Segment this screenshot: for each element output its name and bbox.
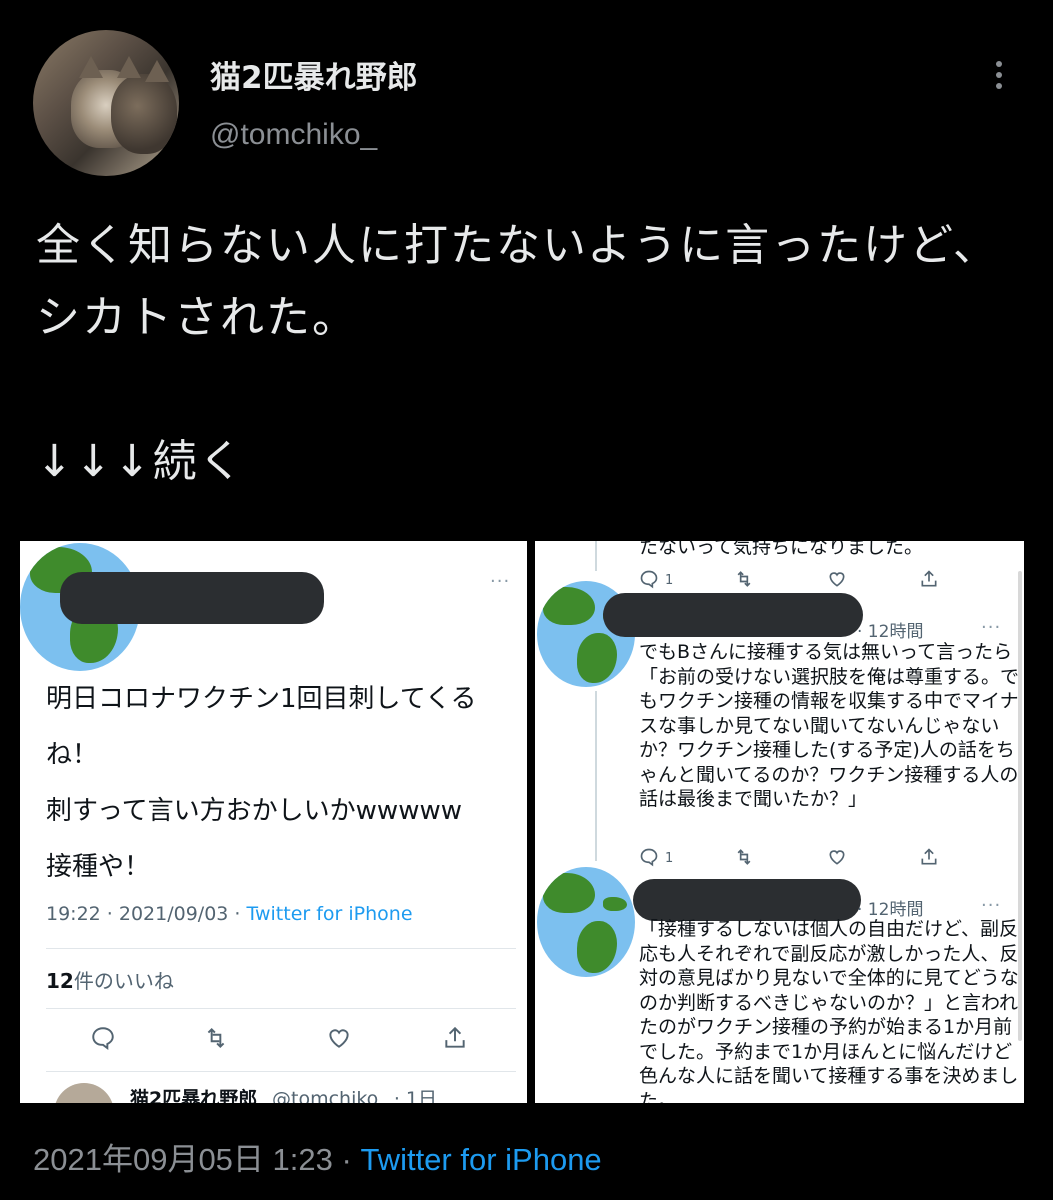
share-icon[interactable]	[919, 847, 939, 873]
share-icon[interactable]	[919, 569, 939, 595]
divider	[46, 1071, 516, 1072]
like-icon[interactable]	[326, 1025, 352, 1055]
tweet-text: 全く知らない人に打たないように言ったけど、シカトされた。 ↓↓↓続く	[36, 220, 999, 487]
reply-display-name[interactable]: 猫2匹暴れ野郎	[130, 1084, 257, 1103]
globe-avatar[interactable]	[537, 867, 635, 977]
redacted-name	[603, 593, 863, 637]
post-time: · 12時間	[857, 622, 924, 642]
more-icon[interactable]: ···	[981, 617, 1001, 638]
retweet-icon[interactable]	[202, 1025, 230, 1055]
reply-count: 1	[665, 851, 674, 866]
user-handle[interactable]: @tomchiko_	[210, 118, 377, 152]
reply-icon[interactable]	[639, 569, 659, 595]
more-icon[interactable]	[988, 56, 1010, 96]
more-icon[interactable]: ···	[490, 571, 510, 592]
embedded-tweet-text: 明日コロナワクチン1回目刺してくるね！ 刺すって言い方おかしいかwwwww 接種…	[46, 684, 477, 882]
attached-image-left[interactable]: ··· 明日コロナワクチン1回目刺してくるね！ 刺すって言い方おかしいかwwww…	[20, 541, 527, 1103]
cat-ear	[117, 56, 141, 78]
source-link[interactable]: Twitter for iPhone	[360, 1142, 601, 1177]
cat-ear	[145, 60, 169, 82]
reply-handle[interactable]: @tomchiko_ · 1日	[272, 1084, 437, 1103]
retweet-icon[interactable]	[733, 847, 755, 873]
retweet-icon[interactable]	[733, 569, 755, 595]
source-link[interactable]: Twitter for iPhone	[247, 903, 413, 925]
display-name[interactable]: 猫2匹暴れ野郎	[210, 52, 418, 97]
embedded-timestamp: 19:22 · 2021/09/03 · Twitter for iPhone	[46, 903, 413, 925]
separator: ·	[341, 1142, 352, 1177]
thread-line	[595, 541, 597, 571]
reply-icon[interactable]	[639, 847, 659, 873]
divider	[46, 1008, 516, 1009]
redacted-name	[60, 572, 324, 624]
divider	[46, 948, 516, 949]
reply-icon[interactable]	[90, 1025, 116, 1055]
tweet-text: でもBさんに接種する気は無いって言ったら「お前の受けない選択肢を俺は尊重する。で…	[639, 641, 1020, 810]
tweet-text: たないって気持ちになりました。	[639, 541, 924, 558]
reply-count: 1	[665, 573, 674, 588]
likes-count: 12	[46, 969, 74, 993]
cat-face	[111, 74, 177, 154]
likes-summary[interactable]: 12件のいいね	[46, 965, 174, 994]
redacted-name	[633, 879, 861, 921]
tweet-timestamp[interactable]: 2021年09月05日 1:23	[33, 1142, 333, 1177]
share-icon[interactable]	[442, 1025, 468, 1055]
attached-image-right[interactable]: たないって気持ちになりました。 1 · 12時間 ··· でもBさんに接種する気…	[535, 541, 1024, 1103]
more-icon[interactable]: ···	[981, 895, 1001, 916]
tweet-footer: 2021年09月05日 1:23 · Twitter for iPhone	[33, 1134, 602, 1179]
timestamp-text: 19:22 · 2021/09/03 ·	[46, 903, 247, 925]
like-icon[interactable]	[827, 569, 847, 595]
tweet-text: 「接種するしないは個人の自由だけど、副反応も人それぞれで副反応が激しかった人、反…	[639, 918, 1019, 1103]
likes-label: 件のいいね	[73, 969, 174, 993]
like-icon[interactable]	[827, 847, 847, 873]
reply-avatar[interactable]	[54, 1083, 114, 1103]
cat-ear	[79, 56, 103, 78]
profile-avatar[interactable]	[33, 30, 179, 176]
thread-line	[595, 691, 597, 861]
